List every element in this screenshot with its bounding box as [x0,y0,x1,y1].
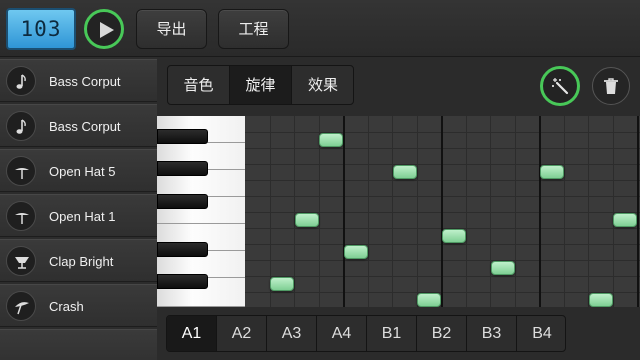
track-icon-button[interactable] [6,201,36,231]
pattern-tab-group: A1 A2 A3 A4 B1 B2 B3 B4 [166,315,566,352]
melody-note[interactable] [540,165,564,179]
grid-bar-line [539,116,541,307]
grid-step-line [564,116,565,307]
top-toolbar: 103 导出 工程 [0,0,640,57]
grid-step-line [490,116,491,307]
grid-step-line [392,116,393,307]
track-label: Open Hat 5 [49,164,116,179]
track-icon-button[interactable] [6,156,36,186]
melody-note[interactable] [319,133,343,147]
tab-effects[interactable]: 效果 [292,66,353,104]
track-label: Bass Corput [49,119,121,134]
note-icon [16,119,26,134]
track-icon-button[interactable] [6,66,36,96]
melody-note[interactable] [270,277,294,291]
trash-icon [604,78,618,94]
play-button[interactable] [84,9,124,49]
grid-step-line [588,116,589,307]
magic-wand-icon [552,78,569,95]
pattern-tab-b2[interactable]: B2 [417,316,467,351]
track-icon-button[interactable] [6,246,36,276]
melody-note[interactable] [589,293,613,307]
melody-note[interactable] [393,165,417,179]
pattern-tab-a2[interactable]: A2 [217,316,267,351]
grid-bar-line [441,116,443,307]
clap-icon [15,257,29,269]
piano-black-key[interactable] [157,242,208,257]
melody-note[interactable] [613,213,637,227]
grid-step-line [294,116,295,307]
play-icon [100,22,114,38]
pattern-tab-b3[interactable]: B3 [467,316,517,351]
track-label: Clap Bright [49,254,114,269]
track-label: Crash [49,299,84,314]
piano-black-key[interactable] [157,161,208,176]
grid-step-line [613,116,614,307]
grid-step-line [466,116,467,307]
melody-note[interactable] [491,261,515,275]
pattern-tab-a1[interactable]: A1 [167,316,217,351]
track-label: Bass Corput [49,74,121,89]
pattern-tab-a3[interactable]: A3 [267,316,317,351]
pattern-tab-b1[interactable]: B1 [367,316,417,351]
melody-note[interactable] [344,245,368,259]
track-item[interactable]: Open Hat 5 [0,149,157,192]
track-label: Open Hat 1 [49,209,116,224]
melody-note[interactable] [295,213,319,227]
grid-step-line [417,116,418,307]
note-icon [16,74,26,89]
grid-bar-line [637,116,639,307]
piano-black-key[interactable] [157,129,208,144]
track-item[interactable]: Open Hat 1 [0,194,157,237]
hihat-icon [15,213,29,224]
melody-note[interactable] [442,229,466,243]
editor-tab-group: 音色 旋律 效果 [167,65,354,105]
piano-black-key[interactable] [157,194,208,209]
tab-sound[interactable]: 音色 [168,66,230,104]
note-grid[interactable] [245,116,640,307]
piano-black-key[interactable] [157,274,208,289]
export-button[interactable]: 导出 [136,9,207,49]
track-item-partial[interactable] [0,329,157,360]
track-icon-button[interactable] [6,291,36,321]
track-item[interactable]: Bass Corput [0,59,157,102]
grid-step-line [515,116,516,307]
crash-cymbal-icon [15,302,29,315]
pattern-tab-a4[interactable]: A4 [317,316,367,351]
tempo-display[interactable]: 103 [6,8,76,50]
track-list: Bass Corput Bass Corput Open Hat 5 Open … [0,57,157,360]
hihat-icon [15,168,29,179]
project-button[interactable]: 工程 [218,9,289,49]
magic-wand-button[interactable] [540,66,580,106]
melody-note[interactable] [417,293,441,307]
grid-step-line [368,116,369,307]
track-item[interactable]: Clap Bright [0,239,157,282]
track-icon-button[interactable] [6,111,36,141]
tab-melody[interactable]: 旋律 [230,66,292,104]
delete-button[interactable] [592,67,630,105]
piano-roll[interactable] [157,116,640,307]
track-item[interactable]: Bass Corput [0,104,157,147]
track-item[interactable]: Crash [0,284,157,327]
pattern-tab-b4[interactable]: B4 [517,316,565,351]
piano-keyboard[interactable] [157,116,245,307]
grid-bar-line [343,116,345,307]
